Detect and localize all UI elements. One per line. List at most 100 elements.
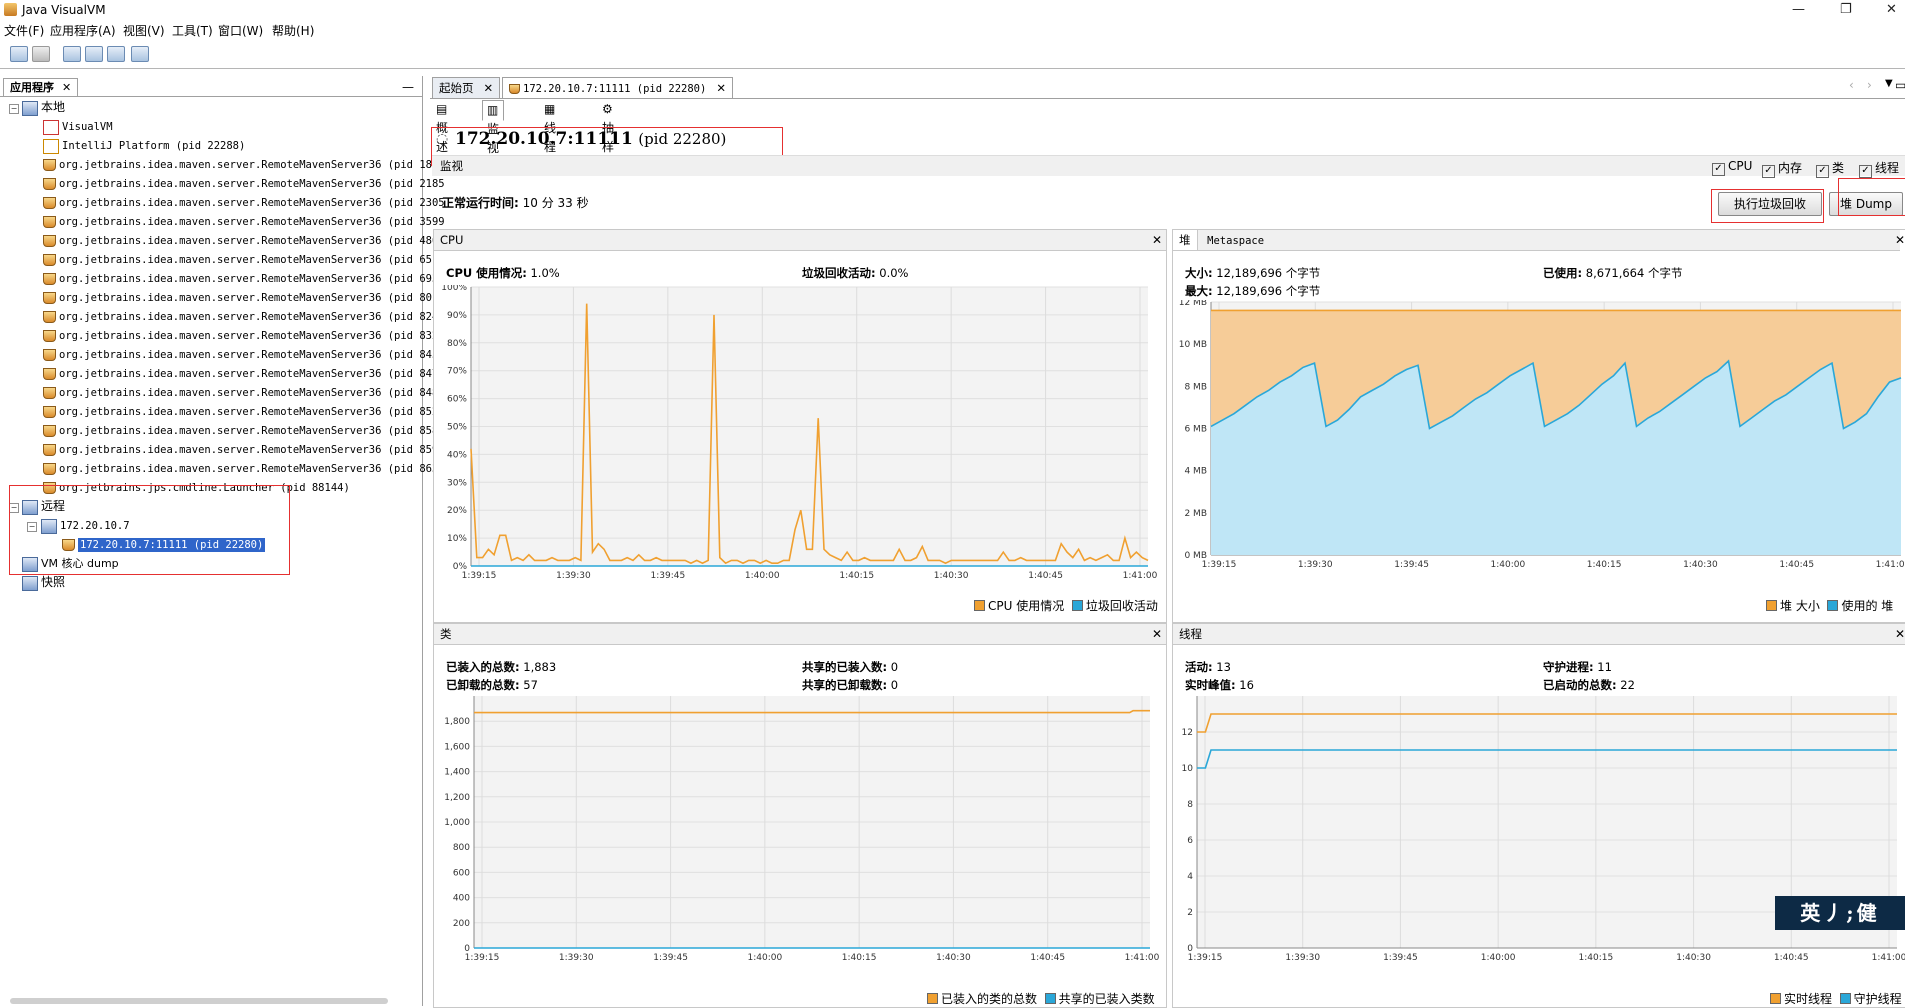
- tree-node-local[interactable]: 本地: [22, 98, 65, 117]
- check-threads[interactable]: ✓ 线程: [1859, 159, 1899, 178]
- restore-button[interactable]: ❐: [1840, 2, 1852, 17]
- horizontal-scrollbar[interactable]: [10, 998, 388, 1004]
- tree-node-maven-server[interactable]: org.jetbrains.idea.maven.server.RemoteMa…: [43, 364, 445, 383]
- y-tick-label: 20%: [447, 506, 467, 516]
- tab-heap[interactable]: 堆: [1173, 230, 1198, 250]
- menu-applications[interactable]: 应用程序(A): [50, 22, 116, 39]
- close-icon[interactable]: ✕: [1152, 233, 1162, 247]
- stat-label: 实时峰值:: [1185, 678, 1236, 692]
- x-tick-label: 1:39:30: [559, 953, 594, 963]
- y-tick-label: 1,800: [444, 717, 470, 727]
- tree-node-snapshots[interactable]: 快照: [22, 573, 65, 592]
- stat-value: 16: [1239, 678, 1254, 692]
- x-tick-label: 1:39:45: [1394, 560, 1429, 570]
- tree-node-maven-server[interactable]: org.jetbrains.idea.maven.server.RemoteMa…: [43, 440, 445, 459]
- x-tick-label: 1:41:00: [1125, 953, 1160, 963]
- highlight-box-gc: [1711, 189, 1824, 223]
- java-cup-icon: [43, 425, 56, 437]
- tree-node-maven-server[interactable]: org.jetbrains.idea.maven.server.RemoteMa…: [43, 174, 445, 193]
- check-label: 类: [1832, 161, 1845, 175]
- x-tick-label: 1:40:30: [1683, 560, 1718, 570]
- stat-label: 共享的已装入数:: [802, 660, 888, 674]
- tab-scroll-right-icon[interactable]: ›: [1867, 78, 1872, 92]
- stat-value: 0: [890, 660, 899, 674]
- applications-tab[interactable]: 应用程序 ✕: [3, 78, 79, 97]
- maximize-icon[interactable]: ▭: [1895, 78, 1905, 92]
- menu-file[interactable]: 文件(F): [4, 22, 44, 39]
- menu-tools[interactable]: 工具(T): [172, 22, 213, 39]
- tree-node-maven-server[interactable]: org.jetbrains.idea.maven.server.RemoteMa…: [43, 250, 445, 269]
- check-cpu[interactable]: ✓ CPU: [1712, 159, 1752, 176]
- check-memory[interactable]: ✓ 内存: [1762, 159, 1802, 178]
- minimize-button[interactable]: —: [1792, 2, 1805, 17]
- tree-label: org.jetbrains.idea.maven.server.RemoteMa…: [59, 463, 445, 475]
- tree-node-visualvm[interactable]: VisualVM: [43, 117, 113, 136]
- tree-node-maven-server[interactable]: org.jetbrains.idea.maven.server.RemoteMa…: [43, 307, 445, 326]
- add-snapshot-icon[interactable]: [131, 46, 149, 62]
- tree-label: IntelliJ Platform (pid 22288): [62, 140, 246, 152]
- add-remote-host-icon[interactable]: [85, 46, 103, 62]
- close-icon[interactable]: ✕: [484, 81, 494, 95]
- y-tick-label: 50%: [447, 423, 467, 433]
- tree-node-maven-server[interactable]: org.jetbrains.idea.maven.server.RemoteMa…: [43, 193, 445, 212]
- stat-label: 大小:: [1185, 266, 1213, 280]
- subtab-monitor[interactable]: ▥ 监视: [482, 100, 505, 155]
- tree-label: org.jetbrains.idea.maven.server.RemoteMa…: [59, 254, 445, 266]
- tree-node-maven-server[interactable]: org.jetbrains.idea.maven.server.RemoteMa…: [43, 383, 445, 402]
- subtab-sampler[interactable]: ⚙ 抽样器: [598, 100, 618, 173]
- tree-node-maven-server[interactable]: org.jetbrains.idea.maven.server.RemoteMa…: [43, 345, 445, 364]
- close-icon[interactable]: ✕: [716, 81, 726, 95]
- cpu-panel-header: CPU: [434, 230, 1166, 251]
- y-tick-label: 100%: [441, 285, 467, 293]
- classes-chart: 02004006008001,0001,2001,4001,6001,8001:…: [444, 696, 1160, 963]
- legend-label: 堆 大小: [1780, 599, 1820, 613]
- legend-swatch: [927, 993, 938, 1004]
- tree-node-maven-server[interactable]: org.jetbrains.idea.maven.server.RemoteMa…: [43, 288, 445, 307]
- tab-start-page[interactable]: 起始页 ✕: [432, 77, 501, 98]
- tab-remote-app[interactable]: 172.20.10.7:11111 (pid 22280) ✕: [502, 77, 733, 98]
- tab-scroll-left-icon[interactable]: ‹: [1849, 78, 1854, 92]
- java-cup-icon: [43, 387, 56, 399]
- close-icon[interactable]: ✕: [62, 81, 71, 94]
- close-window-button[interactable]: ✕: [1886, 2, 1897, 17]
- legend-label: 已装入的类的总数: [941, 992, 1038, 1006]
- cpu-legend: CPU 使用情况 垃圾回收活动: [974, 597, 1158, 614]
- close-icon[interactable]: ✕: [1152, 627, 1162, 641]
- add-jmx-connection-icon[interactable]: [63, 46, 81, 62]
- minimize-panel-icon[interactable]: —: [402, 80, 414, 94]
- tree-node-maven-server[interactable]: org.jetbrains.idea.maven.server.RemoteMa…: [43, 421, 445, 440]
- tree-node-maven-server[interactable]: org.jetbrains.idea.maven.server.RemoteMa…: [43, 326, 445, 345]
- x-tick-label: 1:41:00: [1872, 953, 1905, 963]
- x-tick-label: 1:40:00: [1481, 953, 1516, 963]
- menu-view[interactable]: 视图(V): [123, 22, 165, 39]
- tree-label: org.jetbrains.idea.maven.server.RemoteMa…: [59, 349, 445, 361]
- tree-node-maven-server[interactable]: org.jetbrains.idea.maven.server.RemoteMa…: [43, 231, 445, 250]
- tab-list-icon[interactable]: ▼: [1885, 78, 1893, 89]
- subtab-overview[interactable]: ▤ 概述: [432, 100, 452, 154]
- y-tick-label: 8 MB: [1184, 382, 1207, 392]
- x-tick-label: 1:40:15: [839, 571, 874, 580]
- menu-window[interactable]: 窗口(W): [218, 22, 263, 39]
- tree-node-maven-server[interactable]: org.jetbrains.idea.maven.server.RemoteMa…: [43, 212, 445, 231]
- check-classes[interactable]: ✓ 类: [1816, 159, 1844, 178]
- add-vm-coredump-icon[interactable]: [107, 46, 125, 62]
- x-tick-label: 1:39:15: [1202, 560, 1237, 570]
- x-tick-label: 1:39:15: [465, 953, 500, 963]
- tree-node-maven-server[interactable]: org.jetbrains.idea.maven.server.RemoteMa…: [43, 155, 445, 174]
- subtab-threads[interactable]: ▦ 线程: [540, 100, 560, 154]
- tree-node-maven-server[interactable]: org.jetbrains.idea.maven.server.RemoteMa…: [43, 402, 445, 421]
- tab-metaspace[interactable]: Metaspace: [1207, 235, 1264, 247]
- menu-help[interactable]: 帮助(H): [272, 22, 314, 39]
- close-icon[interactable]: ✕: [1895, 233, 1905, 247]
- tree-node-maven-server[interactable]: org.jetbrains.idea.maven.server.RemoteMa…: [43, 269, 445, 288]
- tree-node-intellij[interactable]: IntelliJ Platform (pid 22288): [43, 136, 245, 155]
- x-tick-label: 1:39:45: [1383, 953, 1418, 963]
- java-cup-icon: [43, 463, 56, 475]
- open-snapshot-icon[interactable]: [10, 46, 28, 62]
- tree-node-maven-server[interactable]: org.jetbrains.idea.maven.server.RemoteMa…: [43, 459, 445, 478]
- save-icon[interactable]: [32, 46, 50, 62]
- close-icon[interactable]: ✕: [1895, 627, 1905, 641]
- threads-chart: 0246810121:39:15 1:39:30 1:39:45 1:40:00 1:4…: [1182, 696, 1905, 963]
- legend-swatch: [974, 600, 985, 611]
- expander-local[interactable]: −: [9, 104, 19, 114]
